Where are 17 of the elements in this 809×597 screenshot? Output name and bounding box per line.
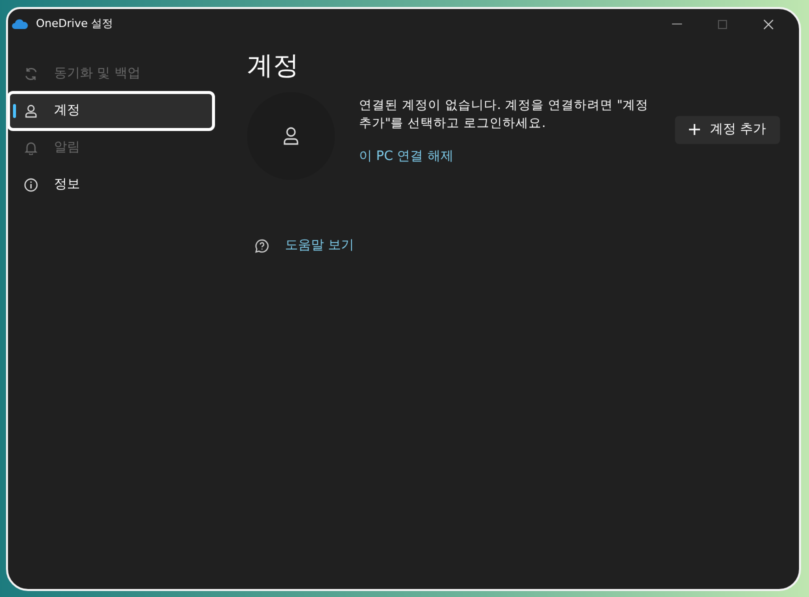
add-account-button[interactable]: 계정 추가 [675, 116, 780, 144]
cloud-icon [12, 19, 28, 29]
no-account-message: 연결된 계정이 없습니다. 계정을 연결하려면 "계정 추가"를 선택하고 로그인하세요. [359, 96, 650, 132]
person-icon [24, 104, 38, 118]
window-title: OneDrive 설정 [36, 16, 114, 32]
bell-icon [24, 141, 38, 155]
sidebar-item[interactable]: 정보 [10, 168, 212, 202]
page-heading: 계정 [247, 51, 300, 82]
help-link[interactable]: 도움말 보기 [285, 236, 354, 256]
info-icon [24, 178, 38, 192]
sidebar-item[interactable]: 계정 [10, 94, 212, 128]
help-icon [255, 238, 269, 253]
unlink-pc-link[interactable]: 이 PC 연결 해제 [359, 147, 454, 167]
close-button[interactable] [762, 18, 774, 30]
plus-icon [689, 124, 700, 136]
sync-icon [24, 67, 38, 81]
person-icon [283, 127, 299, 146]
